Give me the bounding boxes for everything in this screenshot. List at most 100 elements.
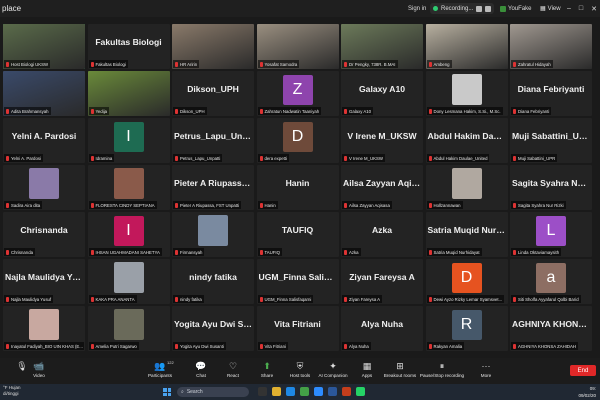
maximize-icon[interactable]: □ [579, 5, 583, 12]
participant-tile[interactable]: Alya Nuha Alya Nuha [341, 306, 423, 351]
participant-tile[interactable]: Sadira Aira dita [3, 165, 85, 210]
participant-tile[interactable]: Najla Maulidya Yusuf Najla Maulidya Yusuf [3, 259, 85, 304]
react-label: React [226, 373, 239, 378]
muted-mic-icon [259, 61, 263, 67]
participant-tile[interactable]: Yogita Ayu Dwi Susanti Yogita Ayu Dwi Sus… [172, 306, 254, 351]
participant-tile[interactable]: Galaxy A10 Galaxy A10 [341, 71, 423, 116]
participant-tile[interactable]: TAUFIQ TAUFIQ [256, 212, 339, 257]
participant-tile[interactable]: nindy fatika nindy fatika [172, 259, 254, 304]
participant-tile[interactable]: I IHSAN UGAHMADANI SAHETYA [87, 212, 170, 257]
participant-tile[interactable]: I Idramina [87, 118, 170, 163]
participant-tile[interactable]: Ddera expetti [256, 118, 339, 163]
muted-mic-icon [259, 155, 263, 161]
participant-name-label: UGM_Finna Salisfaqarni [257, 295, 314, 303]
participant-tile[interactable]: HR Aririn [172, 24, 254, 69]
participant-name-label: TAUFIQ [257, 248, 282, 256]
word-icon[interactable] [328, 387, 337, 396]
muted-mic-icon [513, 249, 516, 255]
participant-tile[interactable]: Dony Lesmana Hakim, S.Si., M.Sc. [425, 71, 508, 116]
windows-start-icon[interactable] [163, 388, 171, 396]
powerpoint-icon[interactable] [342, 387, 351, 396]
zoom-icon[interactable] [314, 387, 323, 396]
sign-in-button[interactable]: Sign in [408, 0, 426, 17]
participant-tile[interactable]: Ailsa Zayyan Aqisasa Ailsa Zayyan Aqisasa [341, 165, 423, 210]
participant-display-name: Yogita Ayu Dwi Susanti [174, 319, 254, 329]
participant-tile[interactable]: Dr Pengky, 738R. B.MAI [341, 24, 423, 69]
participant-tile[interactable]: Petrus_Lapu_Unpatti Petrus_Lapu_Unpatti [172, 118, 254, 163]
meeting-info[interactable]: YouFake [500, 0, 531, 17]
participant-tile[interactable]: Adita Brahmansyah [3, 71, 85, 116]
muted-mic-icon [344, 202, 347, 208]
participant-tile[interactable]: Inayatul Fadiyah_BIO UIN KHAS (E... [3, 306, 85, 351]
participant-tile[interactable]: Hollzannawan [425, 165, 508, 210]
taskbar-search[interactable]: ⌕ Search [177, 387, 249, 397]
participant-tile[interactable]: Z Zahratun Nadwatin Taaniyah [256, 71, 339, 116]
weather-widget[interactable]: °F Hujan di/tinggi [3, 385, 21, 397]
participant-tile[interactable]: Hanin Hanin [256, 165, 339, 210]
participant-tile[interactable]: Abdul Hakim Daulae_United Abdul Hakim Dau… [425, 118, 508, 163]
participant-tile[interactable]: V Irene M_UKSW V Irene M_UKSW [341, 118, 423, 163]
system-tray-clock[interactable]: 09: 09/02/20 [552, 385, 596, 399]
recording-indicator[interactable]: Recording... [430, 3, 495, 14]
edge-icon[interactable] [286, 387, 295, 396]
participant-name-text: Yedija [95, 108, 108, 114]
participant-tile[interactable]: Host Biologi UKSW [3, 24, 85, 69]
participant-tile[interactable]: L Linda Oktaviamaysith [510, 212, 592, 257]
participant-tile[interactable]: Sagita Syahra Nur Rizki Sagita Syahra Nur… [510, 165, 592, 210]
breakout-rooms-button[interactable]: ⊞ Breakout rooms [378, 358, 422, 384]
video-button[interactable]: 📹 Video [17, 358, 61, 384]
muted-mic-icon [513, 108, 516, 114]
participant-name-text: Rakyan Amalia [433, 343, 463, 349]
participant-display-name: Chrisnanda [20, 225, 68, 235]
more-button[interactable]: ··· More [464, 358, 508, 384]
pause-recording-icon[interactable] [476, 5, 483, 12]
participant-tile[interactable]: Muji Sabattini_UPR Muji Sabattini_UPR [510, 118, 592, 163]
chrome-icon[interactable] [300, 387, 309, 396]
pause-recording-button[interactable]: ⏸ Pause/Stop recording [420, 358, 464, 384]
task-view-icon[interactable] [258, 387, 267, 396]
participant-tile[interactable]: Amelia Putri Sagarwo [87, 306, 170, 351]
participants-button[interactable]: 👥 Participants [138, 358, 182, 384]
participant-display-name: TAUFIQ [281, 225, 314, 235]
participant-tile[interactable]: Satria Muqid Nurhidayat Satria Muqid Nurh… [425, 212, 508, 257]
participant-name-text: TAUFIQ [264, 249, 280, 255]
participant-tile[interactable]: Fakultas Biologi Fakultas Biologi [87, 24, 170, 69]
close-icon[interactable]: ✕ [591, 5, 597, 13]
participant-tile[interactable]: KAKA PRA ANANTA [87, 259, 170, 304]
apps-label: Apps [361, 373, 373, 378]
participant-tile[interactable]: Vita Fitriani Vita Fitriani [256, 306, 339, 351]
breakout-rooms-label: Breakout rooms [383, 373, 417, 378]
participant-tile[interactable]: Firmansyah [172, 212, 254, 257]
whatsapp-icon[interactable] [356, 387, 365, 396]
participant-name-text: Azka [349, 249, 359, 255]
participant-tile[interactable]: D Dewi Ayzo Rizky Lemar Syamsvet... [425, 259, 508, 304]
participant-tile[interactable]: AGHNIYA KHONSA ZAHIDAH AGHNIYA KHONSA ZAH… [510, 306, 592, 351]
participant-name-text: Host Biologi UKSW [11, 61, 49, 67]
meeting-info-label: YouFake [508, 5, 532, 12]
participant-name-text: Alya Nuha [349, 343, 369, 349]
participant-tile[interactable]: a Siti Sholfa Ayyafarul Qolbi Barid [510, 259, 592, 304]
participant-name-label: Fakultas Biologi [88, 60, 128, 68]
participant-tile[interactable]: Dikson_UPH Dikson_UPH [172, 71, 254, 116]
participant-tile[interactable]: Ambeng [425, 24, 508, 69]
minimize-icon[interactable]: – [567, 5, 571, 12]
participant-tile[interactable]: UGM_Finna Salisfaqarni UGM_Finna Salisfaq… [256, 259, 339, 304]
participant-tile[interactable]: Chrisnanda Chrisnanda [3, 212, 85, 257]
view-button[interactable]: ▦ View [540, 0, 561, 17]
participant-tile[interactable]: Yosafat Samodra [256, 24, 339, 69]
participant-name-text: Fakultas Biologi [95, 61, 126, 67]
participant-name-text: AGHNIYA KHONSA ZAHIDAH [518, 343, 576, 349]
end-meeting-button[interactable]: End [570, 365, 596, 376]
participant-tile[interactable]: R Rakyan Amalia [425, 306, 508, 351]
participant-tile[interactable]: Diana Febriyanti Diana Febriyanti [510, 71, 592, 116]
participant-tile[interactable]: Yelni A. Pardosi Yelni A. Pardosi [3, 118, 85, 163]
stop-recording-icon[interactable] [485, 5, 492, 12]
participant-tile[interactable]: Zahratul Hidayah [510, 24, 592, 69]
participant-tile[interactable]: FLORESTA CINDY SEPTIANA [87, 165, 170, 210]
participant-tile[interactable]: Yedija [87, 71, 170, 116]
participant-tile[interactable]: Azka Azka [341, 212, 423, 257]
view-label: View [547, 5, 561, 12]
participant-tile[interactable]: Pieter A Riupassa, FST Unpatti Pieter A R… [172, 165, 254, 210]
file-explorer-icon[interactable] [272, 387, 281, 396]
participant-tile[interactable]: Ziyan Fareysa A Ziyan Fareysa A [341, 259, 423, 304]
